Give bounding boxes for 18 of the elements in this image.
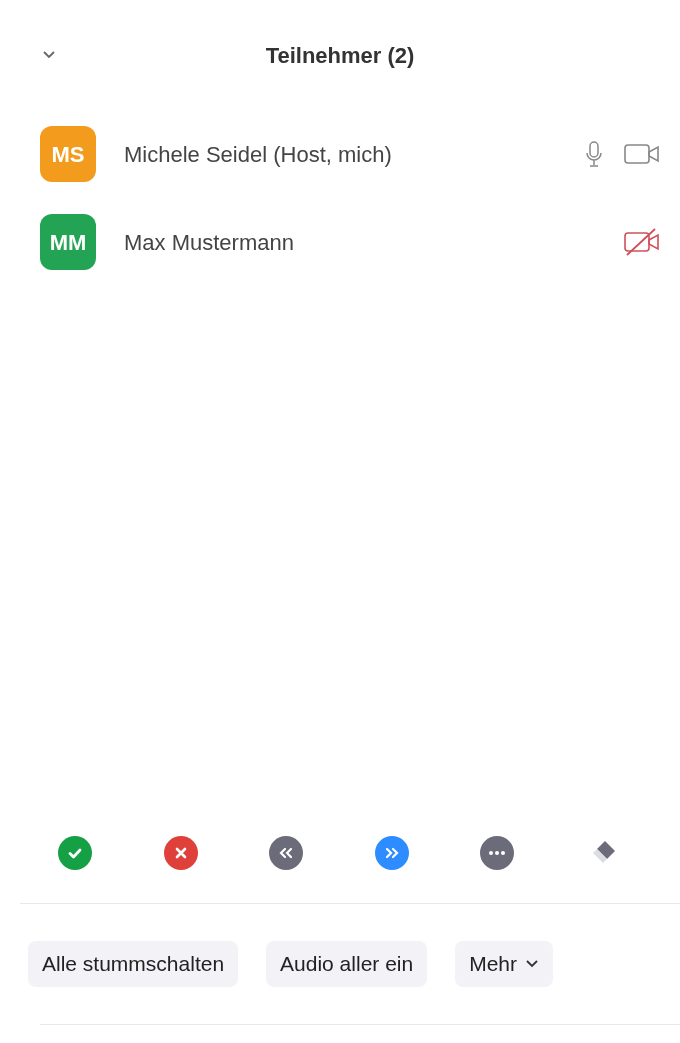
action-button[interactable]: Mehr — [455, 941, 554, 987]
video-camera-icon[interactable] — [624, 143, 660, 165]
action-button[interactable]: Alle stummschalten — [28, 941, 239, 987]
panel-title: Teilnehmer (2) — [264, 41, 416, 70]
microphone-icon[interactable] — [586, 140, 602, 168]
participant-name: Max Mustermann — [124, 228, 295, 257]
more-icon[interactable] — [480, 836, 515, 870]
chevron-down-icon — [525, 959, 540, 969]
chevron-down-icon[interactable] — [42, 50, 56, 60]
fast-forward-icon[interactable] — [374, 836, 409, 870]
video-camera-off-icon[interactable] — [624, 228, 660, 256]
participant-name: Michele Seidel (Host, mich) — [124, 140, 393, 169]
action-button[interactable]: Audio aller ein — [266, 941, 428, 987]
avatar: MM — [40, 214, 96, 270]
yes-check-icon[interactable] — [58, 836, 92, 870]
no-cross-icon[interactable] — [163, 836, 198, 870]
avatar: MS — [40, 126, 96, 182]
rewind-icon[interactable] — [269, 836, 304, 870]
